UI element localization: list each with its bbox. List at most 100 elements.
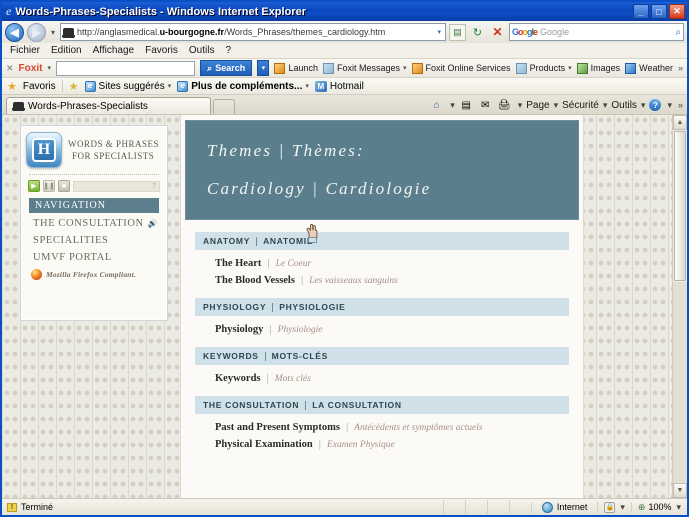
refresh-icon[interactable]: ↻ bbox=[469, 24, 486, 41]
scrollbar-thumb[interactable] bbox=[674, 131, 686, 281]
print-caret-icon[interactable]: ▾ bbox=[518, 100, 523, 111]
item-en: The Blood Vessels bbox=[215, 275, 295, 286]
mail-icon[interactable]: ✉ bbox=[478, 98, 493, 112]
minimize-button[interactable]: _ bbox=[633, 4, 649, 19]
play-button[interactable]: ▶ bbox=[28, 180, 40, 192]
favorites-divider bbox=[61, 80, 63, 92]
section-header-physiology: PHYSIOLOGY PHYSIOLOGIE bbox=[195, 298, 569, 316]
foxit-online-services-button[interactable]: Foxit Online Services bbox=[411, 62, 511, 74]
foxit-launch-label: Launch bbox=[288, 63, 318, 73]
help-caret-icon[interactable]: ▾ bbox=[667, 100, 672, 111]
sidebar-item-umvf-portal[interactable]: UMVF PORTAL bbox=[33, 252, 159, 263]
close-button[interactable]: ✕ bbox=[669, 4, 685, 19]
ie-logo-icon: e bbox=[6, 4, 12, 18]
favorites-label[interactable]: Favoris bbox=[23, 81, 56, 92]
suggested-sites-caret-icon[interactable]: ▾ bbox=[168, 82, 172, 90]
menu-affichage[interactable]: Affichage bbox=[93, 45, 135, 56]
speaker-icon[interactable]: 🔊 bbox=[148, 219, 159, 228]
security-zone[interactable]: Internet bbox=[530, 501, 598, 513]
menu-outils[interactable]: Outils bbox=[189, 45, 215, 56]
more-addons-caret-icon[interactable]: ▾ bbox=[305, 82, 309, 90]
hospital-logo-icon: H bbox=[26, 132, 62, 168]
section-header-keywords: KEYWORDS MOTS-CLÉS bbox=[195, 347, 569, 365]
favorite-more-addons[interactable]: e Plus de compléments... ▾ bbox=[177, 80, 309, 92]
home-icon[interactable]: ⌂ bbox=[429, 98, 444, 112]
scrollbar-track[interactable] bbox=[673, 282, 687, 483]
maximize-button[interactable]: □ bbox=[651, 4, 667, 19]
brand-line-1: WORDS & PHRASES bbox=[68, 138, 160, 149]
command-bar: ⌂ ▾ ▤ ✉ 🖨 ▾ Page ▾ Sécurité ▾ Outils ▾ ? ▾ … bbox=[429, 98, 683, 114]
zoom-caret-icon[interactable]: ▾ bbox=[676, 502, 681, 513]
foxit-brand-caret-icon[interactable]: ▾ bbox=[47, 64, 51, 72]
suggested-sites-label: Sites suggérés bbox=[98, 80, 165, 92]
sidebar-item-the-consultation[interactable]: THE CONSULTATION 🔊 bbox=[33, 218, 159, 229]
list-item[interactable]: Physiology | Physiologie bbox=[215, 323, 569, 335]
foxit-weather-button[interactable]: Weather bbox=[625, 62, 673, 74]
print-icon[interactable]: 🖨 bbox=[497, 98, 512, 112]
list-item[interactable]: Past and Present Symptoms | Antécédents … bbox=[215, 421, 569, 433]
player-progress-track[interactable]: ? bbox=[73, 180, 160, 192]
search-box[interactable]: Google Google ⌕ bbox=[509, 23, 684, 41]
pause-button[interactable]: ❚❚ bbox=[43, 180, 55, 192]
messages-caret-icon[interactable]: ▾ bbox=[403, 64, 407, 72]
menu-edition[interactable]: Edition bbox=[51, 45, 82, 56]
menu-favoris[interactable]: Favoris bbox=[145, 45, 178, 56]
scroll-up-button[interactable]: ▲ bbox=[673, 115, 687, 130]
foxit-search-button[interactable]: ⌕ Search bbox=[200, 60, 253, 76]
menu-fichier[interactable]: Fichier bbox=[10, 45, 40, 56]
new-tab-button[interactable] bbox=[213, 99, 235, 114]
feeds-bar-icon[interactable]: ▤ bbox=[459, 98, 474, 112]
item-en: Physiology bbox=[215, 324, 264, 335]
foxit-products-label: Products bbox=[529, 63, 566, 73]
item-divider-icon: | bbox=[266, 372, 269, 384]
tab-words-phrases-specialists[interactable]: Words-Phrases-Specialists bbox=[6, 97, 211, 114]
vertical-scrollbar[interactable]: ▲ ▼ bbox=[672, 115, 687, 498]
command-overflow-icon[interactable]: » bbox=[678, 100, 683, 110]
foxit-brand-label[interactable]: Foxit bbox=[19, 63, 43, 74]
foxit-search-dropdown-icon[interactable]: ▾ bbox=[257, 60, 270, 76]
foxit-messages-button[interactable]: Foxit Messages ▾ bbox=[322, 62, 407, 74]
tab-bar: Words-Phrases-Specialists ⌂ ▾ ▤ ✉ 🖨 ▾ Pa… bbox=[2, 94, 687, 114]
scroll-down-button[interactable]: ▼ bbox=[673, 483, 687, 498]
foxit-launch-button[interactable]: Launch bbox=[274, 62, 318, 74]
back-button[interactable]: ◀ bbox=[5, 22, 24, 42]
stop-icon[interactable]: ✕ bbox=[489, 24, 506, 41]
foxit-search-input[interactable] bbox=[55, 60, 196, 76]
address-bar[interactable]: http://anglasmedical.u-bourgogne.fr/Word… bbox=[60, 23, 446, 41]
section-anatomy-en: ANATOMY bbox=[203, 236, 251, 246]
favorite-hotmail[interactable]: M Hotmail bbox=[314, 80, 364, 92]
ie-small-icon: e bbox=[84, 80, 96, 92]
item-divider-icon: | bbox=[318, 438, 321, 450]
zoom-control[interactable]: ⊕ 100% ▾ bbox=[630, 501, 687, 513]
status-cells bbox=[442, 500, 531, 514]
help-icon[interactable]: ? bbox=[649, 99, 662, 111]
list-item[interactable]: Keywords | Mots clés bbox=[215, 372, 569, 384]
stop-button[interactable]: ■ bbox=[58, 180, 70, 192]
foxit-close-icon[interactable]: ✕ bbox=[6, 63, 14, 74]
history-dropdown-icon[interactable]: ▾ bbox=[49, 28, 57, 37]
list-item[interactable]: The Heart | Le Coeur bbox=[215, 257, 569, 269]
command-securite[interactable]: Sécurité ▾ bbox=[562, 100, 607, 111]
item-fr: Antécédents et symptômes actuels bbox=[354, 423, 483, 433]
favorite-suggested-sites[interactable]: e Sites suggérés ▾ bbox=[84, 80, 172, 92]
list-item[interactable]: The Blood Vessels | Les vaisseaux sangui… bbox=[215, 274, 569, 286]
home-caret-icon[interactable]: ▾ bbox=[450, 100, 455, 111]
protected-caret-icon[interactable]: ▾ bbox=[620, 502, 625, 513]
weather-icon bbox=[625, 62, 637, 74]
command-outils[interactable]: Outils ▾ bbox=[611, 100, 645, 111]
foxit-overflow-icon[interactable]: » bbox=[678, 63, 683, 73]
protected-mode-indicator[interactable]: 🔒 ▾ bbox=[597, 501, 631, 513]
foxit-images-button[interactable]: Images bbox=[576, 62, 620, 74]
products-caret-icon[interactable]: ▾ bbox=[568, 64, 572, 72]
foxit-messages-label: Foxit Messages bbox=[336, 63, 401, 73]
foxit-products-button[interactable]: Products ▾ bbox=[515, 62, 572, 74]
feeds-icon[interactable]: ▤ bbox=[449, 23, 466, 41]
command-page[interactable]: Page ▾ bbox=[526, 100, 558, 111]
search-icon[interactable]: ⌕ bbox=[675, 27, 681, 38]
forward-button[interactable]: ▶ bbox=[27, 22, 46, 42]
status-cell bbox=[508, 500, 531, 514]
address-dropdown-icon[interactable]: ▾ bbox=[437, 28, 443, 36]
sidebar-item-specialities[interactable]: SPECIALITIES bbox=[33, 235, 159, 246]
menu-help[interactable]: ? bbox=[225, 45, 231, 56]
list-item[interactable]: Physical Examination | Examen Physique bbox=[215, 438, 569, 450]
